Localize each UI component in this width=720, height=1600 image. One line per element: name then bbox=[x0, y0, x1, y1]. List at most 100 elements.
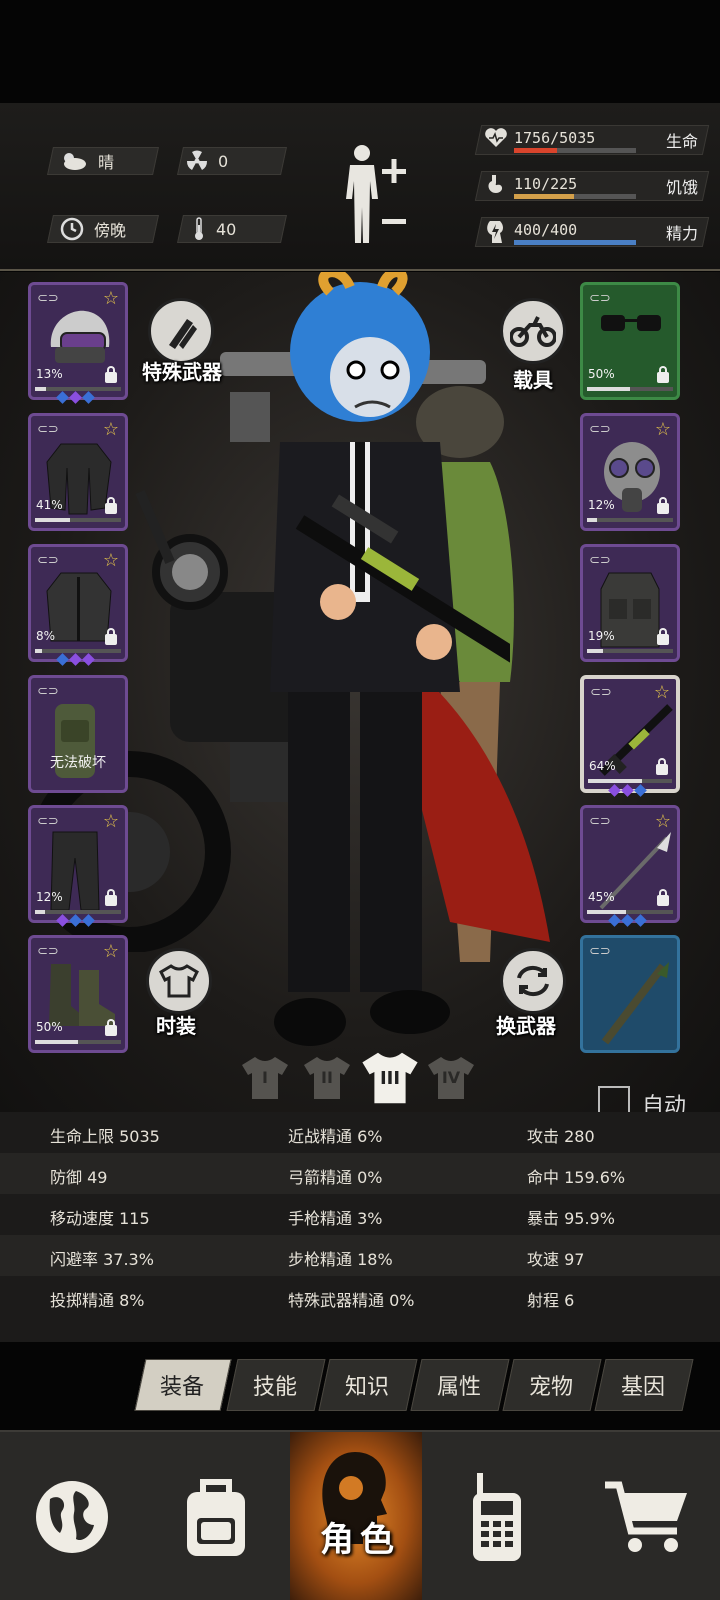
gem-icon bbox=[621, 784, 634, 797]
backpack-icon bbox=[187, 1479, 245, 1556]
equip-slot-backpack[interactable]: ⊂⊃ 无法破坏 bbox=[28, 675, 128, 793]
equip-slot-boots[interactable]: ⊂⊃ ☆ 50% bbox=[28, 935, 128, 1053]
special-weapon-label: 特殊武器 bbox=[142, 360, 222, 384]
weather-cloud-icon bbox=[60, 151, 88, 171]
equip-slot-coat[interactable]: ⊂⊃ ☆ 8% bbox=[28, 544, 128, 662]
lock-icon bbox=[105, 366, 117, 383]
gem-icon bbox=[621, 914, 634, 927]
stat-throw-mastery: 投掷精通 8% bbox=[50, 1291, 145, 1310]
durability-bar bbox=[587, 910, 673, 914]
stat-dodge: 闪避率 37.3% bbox=[50, 1250, 154, 1269]
durability-percent: 12% bbox=[588, 498, 615, 512]
star-icon: ☆ bbox=[102, 811, 119, 832]
durability-bar bbox=[35, 518, 121, 522]
body-status-button[interactable] bbox=[342, 143, 412, 249]
lock-icon bbox=[105, 1019, 117, 1036]
equip-slot-helmet[interactable]: ⊂⊃ ☆ 13% bbox=[28, 282, 128, 400]
radiation-value: 0 bbox=[218, 151, 229, 171]
health-fill bbox=[514, 148, 557, 153]
swap-weapon-button[interactable] bbox=[500, 948, 566, 1014]
gem-icon bbox=[608, 784, 621, 797]
rocket-launcher-icon bbox=[597, 960, 673, 1050]
stat-accuracy: 命中 159.6% bbox=[527, 1168, 626, 1187]
swap-arrows-icon bbox=[517, 965, 549, 997]
equip-slot-vest[interactable]: ⊂⊃ 19% bbox=[580, 544, 680, 662]
durability-bar bbox=[587, 518, 673, 522]
tab-genes-label: 基因 bbox=[620, 1375, 665, 1400]
globe-icon bbox=[36, 1481, 108, 1553]
hunger-bar: 110/225 饥饿 bbox=[474, 169, 710, 205]
stat-pistol-mastery: 手枪精通 3% bbox=[288, 1209, 383, 1228]
link-icon: ⊂⊃ bbox=[589, 553, 611, 568]
nav-radio[interactable] bbox=[424, 1432, 570, 1600]
stats-table: 生命上限 5035 近战精通 6% 攻击 280 防御 49 弓箭精通 0% 命… bbox=[0, 1112, 720, 1342]
rockets-icon bbox=[169, 319, 197, 349]
star-icon: ☆ bbox=[654, 419, 671, 440]
gem-icon bbox=[56, 653, 69, 666]
hunger-label: 饥饿 bbox=[665, 178, 698, 197]
durability-percent: 64% bbox=[589, 759, 616, 773]
lock-icon bbox=[657, 497, 669, 514]
gem-icon bbox=[82, 653, 95, 666]
durability-percent: 50% bbox=[36, 1020, 63, 1034]
durability-bar bbox=[35, 649, 121, 653]
cart-icon bbox=[605, 1481, 687, 1552]
durability-bar bbox=[35, 387, 121, 391]
health-value: 1756/5035 bbox=[514, 129, 596, 147]
energy-bar: 400/400 精力 bbox=[474, 215, 710, 251]
temperature-value: 40 bbox=[216, 219, 237, 239]
star-icon: ☆ bbox=[102, 419, 119, 440]
tab-skills-label: 技能 bbox=[252, 1375, 297, 1400]
gem-sockets bbox=[608, 914, 647, 927]
equip-slot-pants[interactable]: ⊂⊃ ☆ 12% bbox=[28, 805, 128, 923]
gem-icon bbox=[69, 391, 82, 404]
health-label: 生命 bbox=[665, 132, 698, 151]
lock-icon bbox=[657, 366, 669, 383]
equip-slot-jacket[interactable]: ⊂⊃ ☆ 41% bbox=[28, 413, 128, 531]
equip-slot-rifle[interactable]: ⊂⊃ ☆ 64% bbox=[580, 675, 680, 793]
stat-rifle-mastery: 步枪精通 18% bbox=[288, 1250, 393, 1269]
outfit-tab-1-label: I bbox=[262, 1068, 268, 1087]
durability-bar bbox=[587, 387, 673, 391]
stat-row: 生命上限 5035 近战精通 6% 攻击 280 bbox=[0, 1112, 720, 1153]
stat-row: 投掷精通 8% 特殊武器精通 0% 射程 6 bbox=[0, 1276, 720, 1317]
link-icon: ⊂⊃ bbox=[37, 422, 59, 437]
lock-icon bbox=[656, 758, 668, 775]
outfit-tab-2-label: II bbox=[321, 1068, 333, 1087]
section-tabs: 装备 技能 知识 属性 宠物 基因 bbox=[0, 1345, 720, 1425]
gem-sockets bbox=[56, 653, 95, 666]
tshirt-icon bbox=[159, 964, 199, 998]
star-icon: ☆ bbox=[653, 682, 670, 703]
nav-shop[interactable] bbox=[572, 1432, 720, 1600]
fashion-button[interactable] bbox=[146, 948, 212, 1014]
stat-melee-mastery: 近战精通 6% bbox=[288, 1127, 383, 1146]
equip-slot-melee[interactable]: ⊂⊃ bbox=[580, 935, 680, 1053]
nav-character-label: 角色 bbox=[320, 1520, 400, 1560]
gem-icon bbox=[82, 914, 95, 927]
hunger-value: 110/225 bbox=[514, 175, 578, 193]
stat-row: 移动速度 115 手枪精通 3% 暴击 95.9% bbox=[0, 1194, 720, 1235]
heart-icon bbox=[484, 127, 508, 153]
stat-move-speed: 移动速度 115 bbox=[50, 1209, 150, 1228]
stomach-icon bbox=[484, 173, 508, 201]
energy-icon bbox=[484, 219, 506, 249]
lock-icon bbox=[105, 497, 117, 514]
stat-bow-mastery: 弓箭精通 0% bbox=[288, 1168, 383, 1187]
gem-icon bbox=[634, 784, 647, 797]
special-weapon-button[interactable] bbox=[148, 298, 214, 364]
police-helmet-icon bbox=[45, 307, 113, 373]
stat-row: 防御 49 弓箭精通 0% 命中 159.6% bbox=[0, 1153, 720, 1194]
equip-slot-gas-mask[interactable]: ⊂⊃ ☆ 12% bbox=[580, 413, 680, 531]
nav-inventory[interactable] bbox=[144, 1432, 288, 1600]
durability-bar bbox=[587, 649, 673, 653]
lock-icon bbox=[657, 889, 669, 906]
body-figure-icon bbox=[346, 145, 406, 243]
energy-fill bbox=[514, 240, 636, 245]
durability-bar bbox=[35, 1040, 121, 1044]
vehicle-button[interactable] bbox=[500, 298, 566, 364]
nav-map[interactable] bbox=[0, 1432, 144, 1600]
health-bar: 1756/5035 生命 bbox=[474, 123, 710, 159]
equip-slot-glasses[interactable]: ⊂⊃ 50% bbox=[580, 282, 680, 400]
equip-slot-spear[interactable]: ⊂⊃ ☆ 45% bbox=[580, 805, 680, 923]
tab-attributes-label: 属性 bbox=[436, 1375, 481, 1400]
